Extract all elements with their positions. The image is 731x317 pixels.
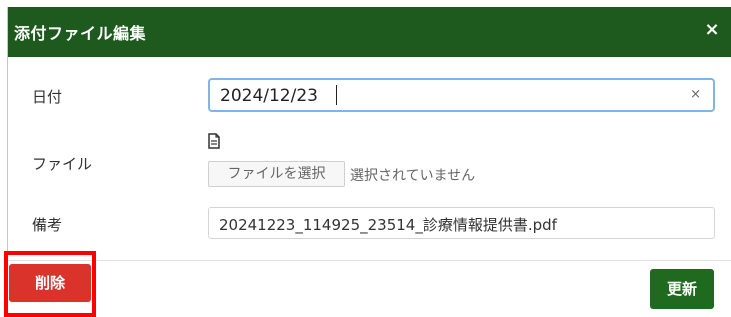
file-status-text: 選択されていません	[350, 168, 476, 184]
file-icon	[208, 133, 220, 149]
clear-icon[interactable]: ×	[690, 87, 701, 102]
choose-file-button[interactable]: ファイルを選択	[208, 161, 345, 187]
note-field[interactable]: 20241223_114925_23514_診療情報提供書.pdf	[208, 207, 715, 239]
text-cursor	[336, 85, 337, 105]
dialog-title: 添付ファイル編集	[14, 24, 147, 43]
dialog-header: 添付ファイル編集 ×	[8, 7, 731, 57]
date-field[interactable]: 2024/12/23 ×	[208, 78, 715, 112]
close-icon[interactable]: ×	[702, 19, 722, 41]
date-value: 2024/12/23	[220, 86, 318, 106]
screen: 添付ファイル編集 × 日付 2024/12/23 × ファイル ファイルを選択 …	[0, 0, 731, 317]
note-label: 備考	[32, 216, 63, 234]
footer-divider	[8, 260, 731, 261]
file-label: ファイル	[32, 155, 93, 173]
delete-button[interactable]: 削除	[9, 264, 91, 302]
date-label: 日付	[32, 88, 63, 106]
attachment-edit-dialog: 添付ファイル編集 × 日付 2024/12/23 × ファイル ファイルを選択 …	[7, 7, 731, 317]
note-value: 20241223_114925_23514_診療情報提供書.pdf	[219, 216, 557, 234]
update-button[interactable]: 更新	[650, 269, 714, 309]
